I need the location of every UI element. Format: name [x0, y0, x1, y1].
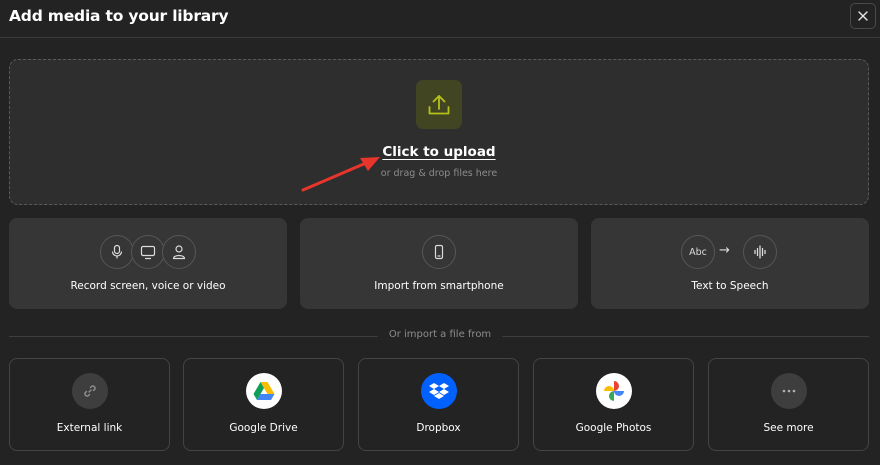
dropbox-label: Dropbox [416, 422, 461, 434]
dialog-title: Add media to your library [9, 7, 229, 25]
drag-drop-hint: or drag & drop files here [380, 168, 498, 179]
dialog-header: Add media to your library [0, 0, 880, 38]
smartphone-icon [422, 235, 456, 269]
external-link-source[interactable]: External link [9, 358, 170, 451]
annotation-arrow [301, 157, 380, 192]
upload-icon [428, 94, 450, 114]
google-drive-source[interactable]: Google Drive [183, 358, 344, 451]
external-link-label: External link [56, 422, 123, 434]
google-photos-icon [596, 373, 632, 409]
more-icon [771, 373, 807, 409]
see-more-source[interactable]: See more [708, 358, 869, 451]
smartphone-option-label: Import from smartphone [374, 280, 504, 292]
record-option-label: Record screen, voice or video [70, 280, 226, 292]
see-more-label: See more [763, 422, 814, 434]
record-option-card[interactable]: Record screen, voice or video [9, 218, 287, 309]
user-icon [162, 235, 196, 269]
import-divider-text: Or import a file from [388, 329, 492, 340]
google-drive-icon [246, 373, 282, 409]
google-photos-source[interactable]: Google Photos [533, 358, 694, 451]
smartphone-option-card[interactable]: Import from smartphone [300, 218, 578, 309]
soundwave-icon [743, 235, 777, 269]
click-to-upload-label: Click to upload [382, 144, 496, 160]
google-drive-label: Google Drive [229, 422, 298, 434]
text-to-speech-card[interactable]: Abc → Text to Speech [591, 218, 869, 309]
upload-icon-tile [416, 80, 462, 129]
close-button[interactable] [850, 3, 876, 29]
microphone-icon [100, 235, 134, 269]
upload-dropzone[interactable]: Click to upload or drag & drop files her… [9, 59, 869, 205]
monitor-icon [131, 235, 165, 269]
dropbox-icon [421, 373, 457, 409]
link-icon [72, 373, 108, 409]
divider-right [502, 336, 869, 337]
abc-text-icon: Abc [681, 235, 715, 269]
google-photos-label: Google Photos [575, 422, 652, 434]
click-to-upload-link[interactable]: Click to upload [10, 144, 868, 160]
text-to-speech-label: Text to Speech [691, 280, 769, 292]
dropbox-source[interactable]: Dropbox [358, 358, 519, 451]
arrow-right-icon: → [719, 243, 730, 258]
close-icon [858, 11, 868, 21]
